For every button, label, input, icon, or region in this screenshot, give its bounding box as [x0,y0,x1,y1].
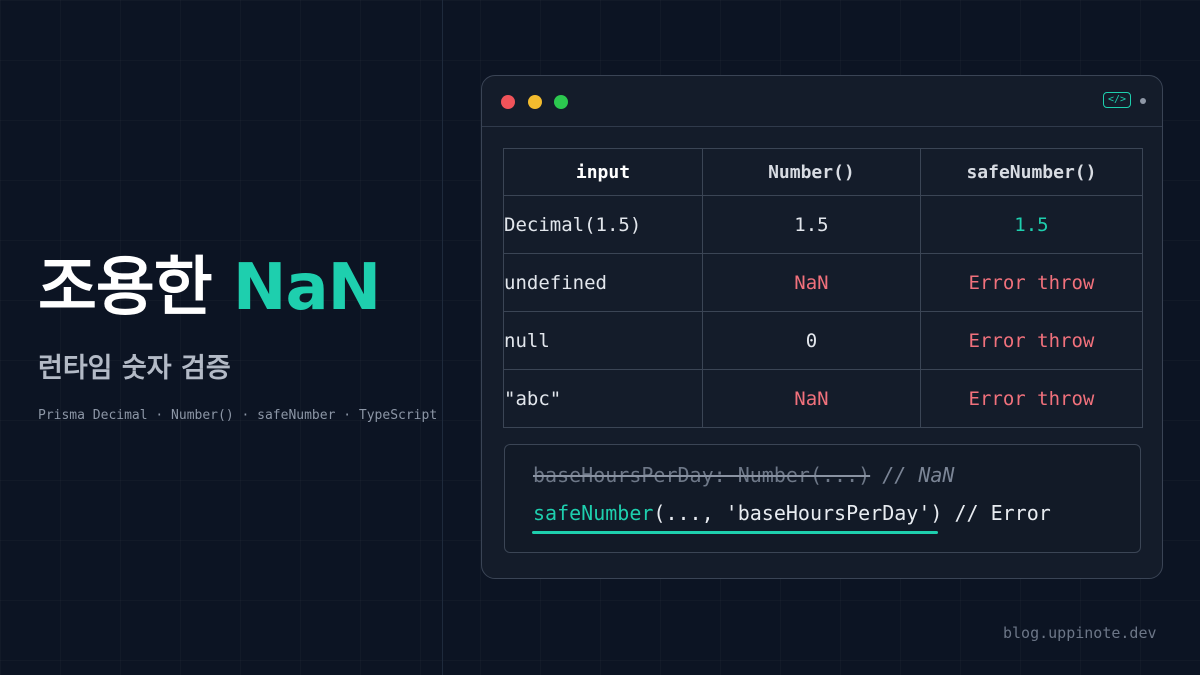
minimize-dot-icon[interactable] [528,95,542,109]
cell-number: 0 [701,311,921,370]
cell-number: NaN [701,369,921,428]
close-dot-icon[interactable] [501,95,515,109]
highlight-underline [532,531,938,534]
table-row: Decimal(1.5) 1.5 1.5 [503,195,1144,254]
cell-safenumber: Error throw [919,311,1144,370]
maximize-dot-icon[interactable] [554,95,568,109]
code-snippet: baseHoursPerDay: Number(...) // NaN safe… [504,444,1141,553]
hero-title: 조용한 NaN [38,248,381,328]
footer-url: blog.uppinote.dev [1003,624,1157,642]
comparison-table: input Number() safeNumber() Decimal(1.5)… [503,148,1144,428]
table-row: undefined NaN Error throw [503,253,1144,312]
hero-tags: Prisma Decimal · Number() · safeNumber ·… [38,408,438,423]
hero-title-accent: NaN [232,251,381,325]
column-header-safenumber: safeNumber() [919,148,1144,196]
cell-safenumber: 1.5 [919,195,1144,254]
column-header-number: Number() [701,148,921,196]
code-icon[interactable]: </> [1103,92,1131,108]
table-header-row: input Number() safeNumber() [503,148,1144,196]
hero-title-main: 조용한 [38,251,233,325]
cell-input: Decimal(1.5) [503,195,703,254]
code-line-deprecated: baseHoursPerDay: Number(...) // NaN [533,463,954,487]
cell-number: NaN [701,253,921,312]
window-titlebar: </> [482,76,1162,127]
struck-code: baseHoursPerDay: Number(...) [533,463,871,487]
column-header-input: input [503,148,703,196]
table-row: "abc" NaN Error throw [503,369,1144,428]
code-comment-nan: // NaN [870,463,955,487]
function-args: (..., 'baseHoursPerDay') [653,501,943,525]
code-comment-error: // Error [942,501,1051,525]
function-name: safeNumber [533,501,654,525]
cell-input: undefined [503,253,703,312]
cell-number: 1.5 [701,195,921,254]
table-row: null 0 Error throw [503,311,1144,370]
status-dot-icon [1140,98,1146,104]
cell-input: null [503,311,703,370]
cell-input: "abc" [503,369,703,428]
code-window: </> input Number() safeNumber() Decimal(… [481,75,1163,579]
hero-subtitle: 런타임 숫자 검증 [38,353,231,384]
code-line-recommended: safeNumber(..., 'baseHoursPerDay') // Er… [533,501,1051,525]
cell-safenumber: Error throw [919,369,1144,428]
vertical-divider [442,0,443,675]
cell-safenumber: Error throw [919,253,1144,312]
